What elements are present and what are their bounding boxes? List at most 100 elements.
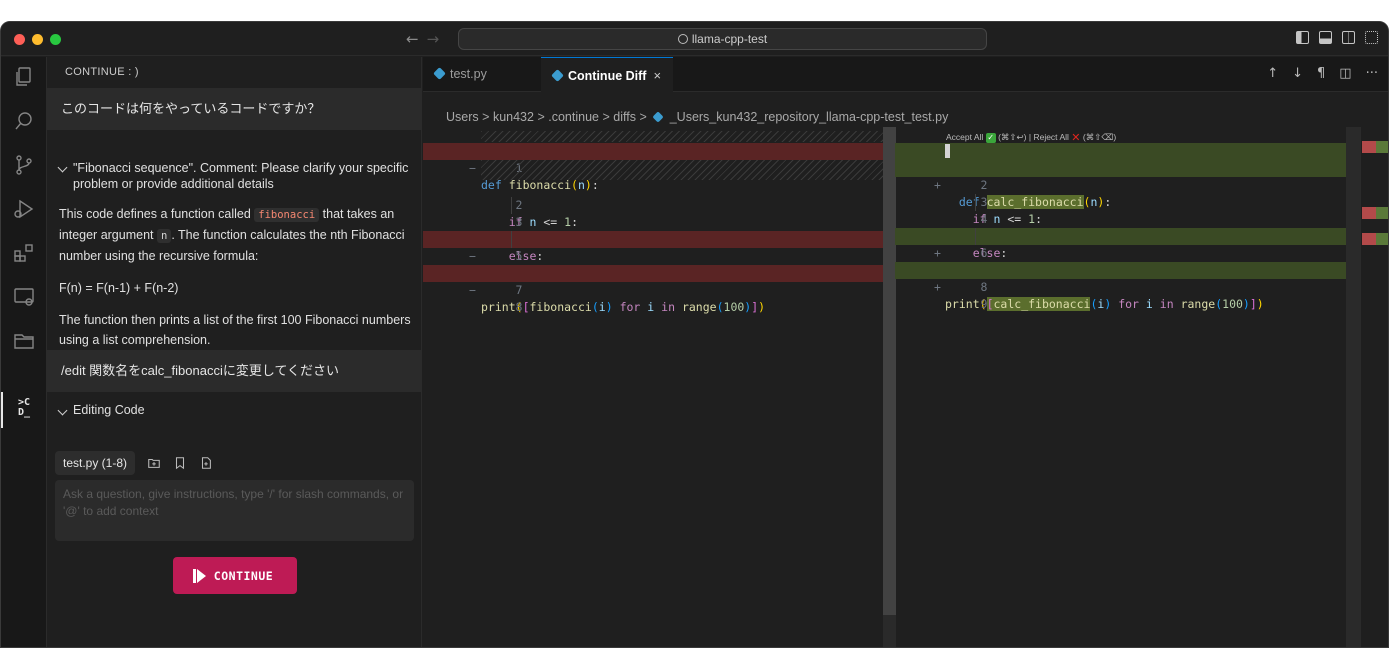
indent-guide — [511, 197, 512, 214]
forward-arrow-icon[interactable]: → — [427, 30, 448, 48]
context-file-chip[interactable]: test.py (1-8) — [55, 451, 136, 475]
title-bar: ←→ llama-cpp-test — [1, 22, 1388, 56]
minimap-addition — [1376, 233, 1388, 245]
line-number: 9 — [980, 297, 988, 311]
source-control-icon[interactable] — [12, 153, 36, 177]
remote-explorer-icon[interactable] — [12, 285, 36, 309]
diff-modified-pane[interactable]: 1+ 2+ def calc_fibonacci(n): 3 if n <= 1… — [895, 137, 1360, 647]
tab-continue-diff[interactable]: Continue Diff × — [541, 57, 673, 92]
breadcrumb-separator: > — [482, 110, 490, 124]
minimap[interactable] — [1360, 127, 1388, 647]
breadcrumb-separator: > — [537, 110, 545, 124]
run-debug-icon[interactable] — [12, 197, 36, 221]
explorer-icon[interactable] — [12, 65, 36, 89]
alignment-spacer — [481, 131, 883, 142]
chat-input[interactable]: Ask a question, give instructions, type … — [55, 480, 414, 541]
breadcrumb-separator: > — [602, 110, 610, 124]
breadcrumb: Users > kun432 > .continue > diffs > _Us… — [446, 110, 948, 124]
breadcrumb-item[interactable]: kun432 — [493, 110, 534, 124]
formula-paragraph: F(n) = F(n-1) + F(n-2) — [59, 281, 179, 295]
breadcrumb-item[interactable]: .continue — [548, 110, 599, 124]
user-message[interactable]: /edit 関数名をcalc_fibonacciに変更してください — [47, 350, 422, 392]
token: 100 — [723, 300, 745, 314]
tab-bar: test.py Continue Diff × ↑ ↓ ¶ ◫ ··· — [423, 57, 1388, 92]
code-line: 6 — [423, 248, 883, 280]
minimize-window-button[interactable] — [32, 34, 43, 45]
code-line: 1− def fibonacci(n): — [423, 143, 883, 192]
response-paragraph: The function then prints a list of the f… — [59, 313, 411, 347]
code-line: 2 + def calc_fibonacci(n): — [895, 160, 1346, 209]
editing-code-section[interactable]: Editing Code — [57, 403, 145, 417]
response-header[interactable]: "Fibonacci sequence". Comment: Please cl… — [57, 160, 409, 192]
toggle-panel-icon[interactable] — [1319, 31, 1332, 44]
search-text: llama-cpp-test — [691, 32, 768, 46]
command-center-search[interactable]: llama-cpp-test — [458, 28, 987, 50]
token: in — [1159, 297, 1174, 311]
line-number: 8 — [515, 300, 523, 314]
text-cursor — [945, 144, 950, 158]
active-indicator — [1, 392, 3, 428]
python-file-icon — [551, 69, 564, 82]
indent-guide — [975, 228, 976, 245]
token: in — [661, 300, 676, 314]
back-arrow-icon[interactable]: ← — [406, 30, 427, 48]
editor-area: test.py Continue Diff × ↑ ↓ ¶ ◫ ··· Users… — [423, 57, 1388, 647]
code-line: 8 + print([calc_fibonacci(i) for i in ran… — [895, 262, 1346, 311]
folder-icon[interactable] — [12, 329, 36, 353]
token: 100 — [1222, 297, 1243, 311]
token: calc_fibonacci — [993, 297, 1091, 311]
diff-original-pane[interactable]: 1− def fibonacci(n): 2 if n <= 1: 3 retu… — [423, 131, 883, 647]
breadcrumb-item[interactable]: diffs — [613, 110, 636, 124]
continue-side-panel: CONTINUE : ) このコードは何をやっているコードですか？ "Fibon… — [47, 57, 422, 647]
inline-code: n — [156, 229, 172, 243]
add-folder-context-icon[interactable] — [147, 456, 161, 470]
tab-test-py[interactable]: test.py — [423, 57, 539, 92]
extensions-icon[interactable] — [12, 241, 36, 265]
modified-scrollbar[interactable] — [1346, 127, 1360, 647]
code-line: 1+ — [895, 143, 1346, 175]
chevron-down-icon[interactable] — [57, 405, 68, 416]
split-editor-icon[interactable]: ◫ — [1339, 66, 1351, 81]
toggle-primary-sidebar-icon[interactable] — [1296, 31, 1309, 44]
token: i — [598, 300, 606, 314]
response-header-text: "Fibonacci sequence". Comment: Please cl… — [73, 161, 409, 191]
user-message[interactable]: このコードは何をやっているコードですか？ — [47, 88, 422, 130]
token: range — [1180, 297, 1216, 311]
continue-button[interactable]: CONTINUE — [173, 557, 297, 594]
code-line: 4 return n — [895, 194, 1346, 243]
continue-icon[interactable]: >C D_ — [12, 398, 36, 422]
bookmark-icon[interactable] — [173, 456, 187, 470]
breadcrumb-item[interactable]: Users — [446, 110, 479, 124]
tab-label: Continue Diff — [568, 69, 647, 83]
next-change-icon[interactable]: ↓ — [1292, 66, 1303, 81]
show-whitespace-icon[interactable]: ¶ — [1317, 66, 1325, 81]
editor-actions: ↑ ↓ ¶ ◫ ··· — [1267, 66, 1378, 81]
code-line: 3 return n — [423, 197, 883, 246]
code-line: 8 — [423, 282, 883, 314]
response-paragraph: This code defines a function called fibo… — [59, 204, 411, 266]
assistant-response: This code defines a function called fibo… — [59, 204, 411, 362]
previous-change-icon[interactable]: ↑ — [1267, 66, 1278, 81]
customize-layout-icon[interactable] — [1365, 31, 1378, 44]
close-window-button[interactable] — [14, 34, 25, 45]
layout-controls — [1296, 31, 1378, 44]
continue-button-label: CONTINUE — [213, 568, 274, 583]
breadcrumb-file[interactable]: _Users_kun432_repository_llama-cpp-test_… — [670, 110, 949, 124]
editing-label: Editing Code — [73, 403, 145, 417]
code-line: 2 if n <= 1: — [423, 180, 883, 229]
add-file-icon[interactable] — [199, 456, 213, 470]
maximize-window-button[interactable] — [50, 34, 61, 45]
vscode-window: ←→ llama-cpp-test >C D_ CONTINUE:) このコ… — [0, 21, 1389, 648]
chevron-down-icon[interactable] — [57, 162, 68, 173]
toggle-secondary-sidebar-icon[interactable] — [1342, 31, 1355, 44]
code-line: 7 — [895, 245, 1346, 277]
search-icon[interactable] — [12, 109, 36, 133]
code-text: print([fibonacci(i) for i in range(100)]… — [481, 300, 766, 314]
continue-play-icon — [192, 568, 206, 583]
close-tab-icon[interactable]: × — [653, 68, 661, 83]
panel-title: CONTINUE : ) — [65, 66, 139, 78]
python-file-icon — [433, 67, 446, 80]
more-actions-icon[interactable]: ··· — [1366, 66, 1378, 81]
response-text: This code defines a function called — [59, 207, 255, 221]
tab-label: test.py — [450, 67, 487, 81]
